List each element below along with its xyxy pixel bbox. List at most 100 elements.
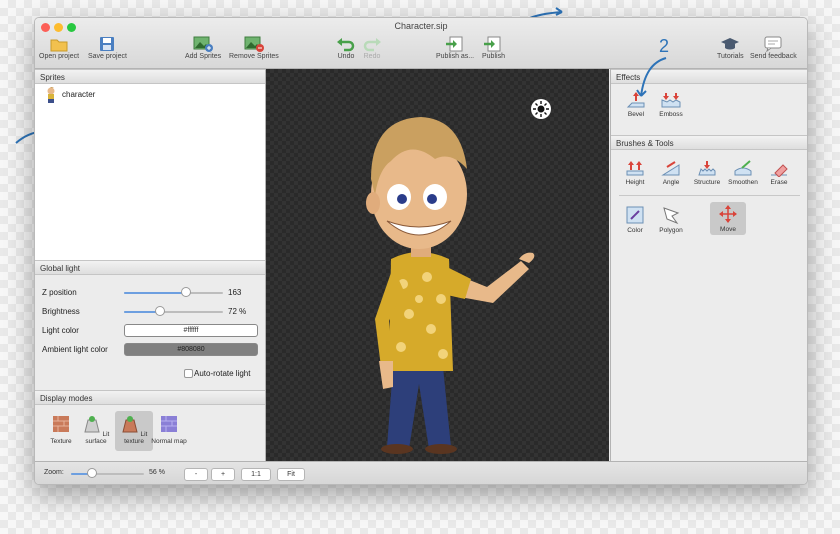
list-item[interactable]: character (43, 87, 243, 103)
redo-arrow-icon (363, 38, 381, 52)
publish-button[interactable]: Publish (482, 36, 505, 60)
auto-rotate-checkbox[interactable] (184, 369, 193, 378)
remove-sprites-button[interactable]: Remove Sprites (229, 36, 279, 60)
z-position-label: Z position (42, 288, 77, 297)
normal-map-icon (161, 416, 177, 432)
zoom-fit-button[interactable]: Fit (277, 468, 305, 481)
move-arrows-icon (719, 205, 737, 223)
remove-sprites-label: Remove Sprites (229, 53, 279, 60)
display-mode-normal-map-label: Normal map (151, 438, 187, 445)
floppy-disk-icon (100, 37, 115, 51)
speech-bubble-icon (764, 36, 782, 52)
brightness-slider-knob[interactable] (155, 306, 165, 316)
publish-as-button[interactable]: Publish as... (436, 36, 474, 60)
save-project-button[interactable]: Save project (88, 36, 127, 60)
add-image-icon (193, 36, 214, 52)
undo-button[interactable]: Undo (336, 36, 356, 60)
angle-brush-icon (661, 161, 680, 176)
undo-label: Undo (337, 53, 355, 60)
annotation-arrow-2 (636, 57, 667, 97)
eraser-icon (771, 164, 788, 177)
character-thumbnail-icon (47, 87, 55, 103)
sprite-name: character (62, 90, 96, 99)
zoom-value: 56 % (149, 469, 165, 476)
display-mode-lit-texture[interactable]: Lit texture (115, 411, 153, 451)
publish-as-label: Publish as... (436, 53, 475, 60)
move-tool[interactable]: Move (710, 202, 746, 235)
structure-tool[interactable]: Structure (690, 159, 724, 186)
display-mode-lit-texture-label: Lit texture (124, 431, 148, 445)
left-pane: Sprites character Global light Z positio… (35, 69, 266, 461)
display-mode-normal-map[interactable]: Normal map (150, 411, 188, 445)
height-brush-icon (626, 161, 644, 176)
tutorials-button[interactable]: Tutorials (717, 36, 744, 60)
polygon-tool[interactable]: Polygon (654, 205, 688, 234)
light-color-field[interactable]: #ffffff (124, 324, 258, 337)
brushes-tools-header: Brushes & Tools (611, 135, 807, 150)
emboss-label: Emboss (659, 111, 683, 118)
display-mode-lit-surface-label: Lit surface (85, 431, 110, 445)
window-title: Character.sip (394, 21, 448, 31)
remove-image-icon (244, 36, 264, 52)
brightness-value: 72 % (228, 307, 247, 316)
polygon-label: Polygon (659, 227, 683, 234)
polygon-icon (663, 207, 680, 225)
smoothen-tool[interactable]: Smoothen (726, 159, 760, 186)
erase-label: Erase (770, 179, 788, 186)
graduation-cap-icon (721, 38, 740, 50)
lit-surface-icon (84, 416, 100, 433)
right-pane: Effects Bevel Emboss Brushes & Tools Hei… (610, 69, 807, 461)
color-brush-icon (626, 206, 644, 224)
sprite-canvas[interactable] (266, 69, 609, 461)
publish-icon (484, 36, 501, 52)
brightness-label: Brightness (42, 307, 80, 316)
lit-texture-icon (122, 416, 138, 433)
height-label: Height (625, 179, 645, 186)
height-tool[interactable]: Height (618, 159, 652, 186)
brick-texture-icon (53, 416, 69, 432)
move-label: Move (720, 226, 736, 233)
light-color-label: Light color (42, 326, 79, 335)
smoothen-label: Smoothen (728, 179, 758, 186)
character-sprite[interactable] (331, 99, 551, 459)
structure-label: Structure (693, 179, 721, 186)
open-project-button[interactable]: Open project (39, 36, 79, 60)
zoom-out-button[interactable]: - (184, 468, 208, 481)
tutorials-label: Tutorials (717, 53, 744, 60)
open-project-label: Open project (39, 53, 80, 60)
save-project-label: Save project (88, 53, 127, 60)
color-label: Color (627, 227, 643, 234)
send-feedback-button[interactable]: Send feedback (750, 36, 797, 60)
add-sprites-label: Add Sprites (185, 53, 222, 60)
send-feedback-label: Send feedback (750, 53, 797, 60)
title-bar: Character.sip Open project Save project … (35, 18, 807, 69)
z-position-slider-knob[interactable] (181, 287, 191, 297)
display-mode-texture[interactable]: Texture (42, 411, 80, 445)
tools-divider (619, 195, 800, 196)
global-light-header: Global light (35, 260, 265, 275)
display-modes-header: Display modes (35, 390, 265, 405)
redo-button[interactable]: Redo (362, 36, 382, 60)
ambient-light-color-field[interactable]: #808080 (124, 343, 258, 356)
display-mode-lit-surface[interactable]: Lit surface (77, 411, 115, 445)
color-tool[interactable]: Color (618, 205, 652, 234)
add-sprites-button[interactable]: Add Sprites (185, 36, 221, 60)
structure-brush-icon (698, 161, 716, 176)
sprites-header: Sprites (35, 69, 265, 84)
smoothen-brush-icon (734, 160, 752, 176)
app-window: Character.sip Open project Save project … (34, 17, 808, 485)
angle-tool[interactable]: Angle (654, 159, 688, 186)
undo-arrow-icon (337, 38, 355, 52)
sprites-list: character (35, 84, 265, 260)
z-position-value: 163 (228, 288, 242, 297)
zoom-label: Zoom: (44, 469, 64, 476)
zoom-slider-knob[interactable] (87, 468, 97, 478)
zoom-actual-size-button[interactable]: 1:1 (241, 468, 271, 481)
publish-as-icon (446, 36, 463, 52)
z-position-slider-fill (124, 292, 186, 294)
zoom-in-button[interactable]: + (211, 468, 235, 481)
erase-tool[interactable]: Erase (762, 159, 796, 186)
angle-label: Angle (662, 179, 680, 186)
bevel-label: Bevel (627, 111, 645, 118)
ambient-light-color-label: Ambient light color (42, 345, 108, 354)
